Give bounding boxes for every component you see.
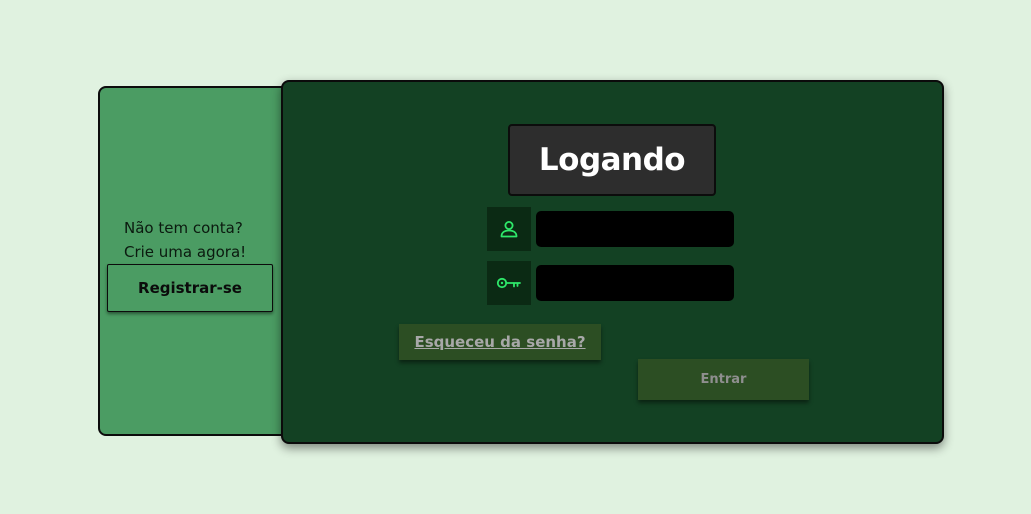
login-submit-button[interactable]: Entrar [638, 359, 809, 400]
page: Não tem conta? Crie uma agora! Registrar… [0, 0, 1031, 514]
user-icon [487, 207, 531, 251]
register-prompt-line-1: Não tem conta? [124, 219, 243, 237]
login-title: Logando [508, 124, 716, 196]
register-button[interactable]: Registrar-se [107, 264, 273, 312]
login-card: Logando Esqueceu da senha? Entrar [281, 80, 944, 444]
password-row [487, 261, 734, 305]
register-prompt: Não tem conta? Crie uma agora! [124, 216, 246, 264]
register-prompt-line-2: Crie uma agora! [124, 243, 247, 261]
username-row [487, 207, 734, 251]
register-panel: Não tem conta? Crie uma agora! Registrar… [98, 86, 298, 436]
forgot-password-button[interactable]: Esqueceu da senha? [399, 324, 601, 360]
password-input[interactable] [536, 265, 734, 301]
username-input[interactable] [536, 211, 734, 247]
key-icon [487, 261, 531, 305]
